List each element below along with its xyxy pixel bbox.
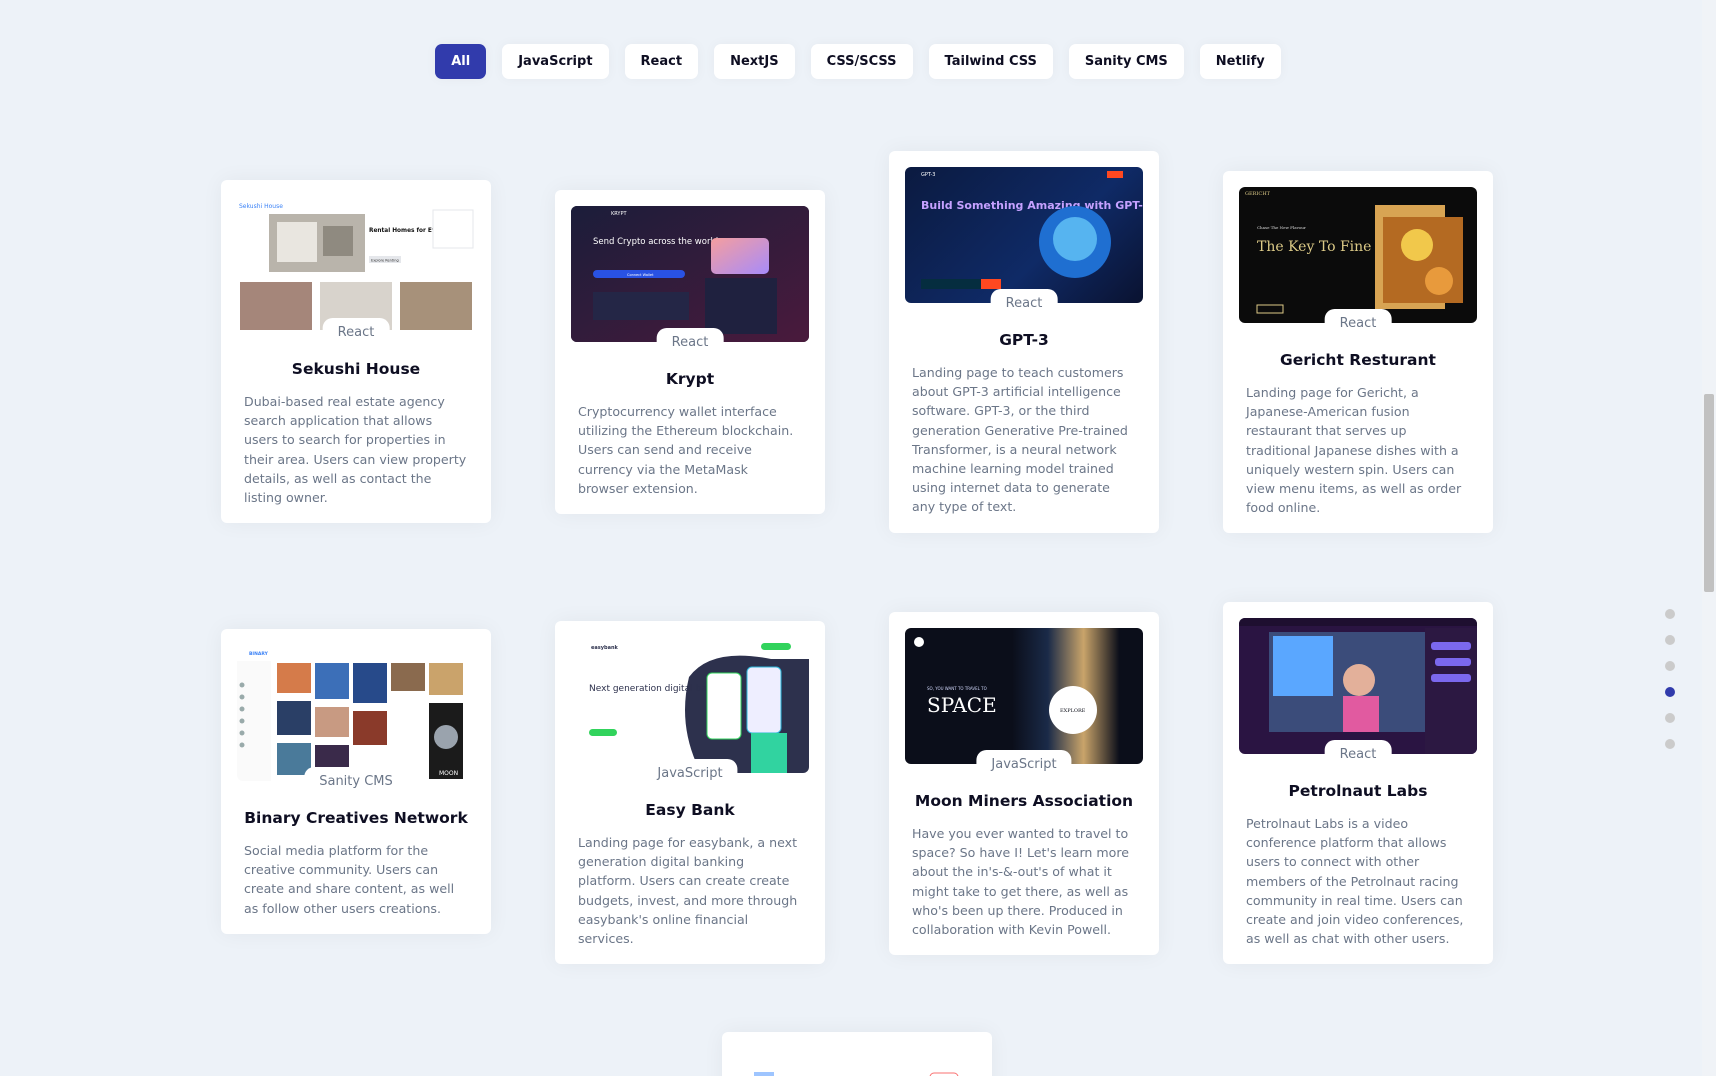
project-tag: JavaScript [642,759,738,785]
pagination-dot[interactable] [1665,609,1675,619]
section-pagination [1665,609,1675,749]
project-description: Petrolnaut Labs is a video conference pl… [1246,816,1464,947]
project-card[interactable]: GPT-3 Build Something Amazing with GPT-3… [889,151,1159,533]
project-card[interactable] [722,1032,992,1076]
thumb-brand: Sekushi House [239,203,283,210]
project-card[interactable]: easybank Next generation digital banking… [555,621,825,965]
project-card[interactable]: React Petrolnaut Labs Petrolnaut Labs is… [1223,602,1493,965]
gpt3-screenshot: GPT-3 Build Something Amazing with GPT-3 [921,171,1143,289]
pagination-dot[interactable] [1665,635,1675,645]
filter-css-scss[interactable]: CSS/SCSS [810,44,913,79]
thumb-kicker: SO, YOU WANT TO TRAVEL TO [927,686,987,691]
thumb-brand: KRYPT [611,211,628,217]
pagination-dot[interactable] [1665,713,1675,723]
project-thumbnail[interactable]: Sekushi House Rental Homes for Everyone … [237,196,475,344]
thumb-headline: Send Crypto across the world [593,237,718,247]
filter-tailwind-css[interactable]: Tailwind CSS [928,44,1053,79]
thumb-brand: GERICHT [1245,191,1271,197]
project-description: Social media platform for the creative c… [244,843,455,916]
scrollbar-thumb[interactable] [1704,394,1714,592]
project-card[interactable]: GERICHT Chase The New Flavour The Key To… [1223,171,1493,534]
pagination-dot[interactable] [1665,661,1675,671]
binary-creatives-screenshot: BINARY MOON [237,651,463,781]
project-tag: JavaScript [976,750,1072,776]
project-description: Cryptocurrency wallet interface utilizin… [578,404,794,496]
thumb-headline: SPACE [927,693,997,717]
project-filters: All JavaScript React NextJS CSS/SCSS Tai… [0,44,1716,79]
thumb-brand: BINARY [249,651,269,657]
project-title: Krypt [665,370,715,388]
thumb-kicker: Chase The New Flavour [1257,225,1306,230]
project-tag: React [990,289,1058,315]
krypt-screenshot: KRYPT Send Crypto across the world Conne… [571,206,809,342]
thumb-brand: GPT-3 [921,172,935,178]
filter-sanity-cms[interactable]: Sanity CMS [1068,44,1184,79]
pagination-dot[interactable] [1665,739,1675,749]
project-title: Binary Creatives Network [244,809,468,827]
project-thumbnail[interactable]: React [1239,618,1477,766]
filter-all[interactable]: All [435,44,487,79]
project-card[interactable]: SO, YOU WANT TO TRAVEL TO SPACE EXPLORE … [889,612,1159,956]
thumb-caption: MOON [439,770,458,777]
filter-react[interactable]: React [624,44,699,79]
project-thumbnail[interactable]: KRYPT Send Crypto across the world Conne… [571,206,809,354]
project-description: Landing page for easybank, a next genera… [578,835,798,947]
project-tag: React [656,328,724,354]
filter-javascript[interactable]: JavaScript [502,44,609,79]
petrolnaut-screenshot [1239,618,1477,754]
project-title: GPT-3 [999,331,1049,349]
project-description: Landing page for Gericht, a Japanese-Ame… [1246,385,1462,516]
project-card[interactable]: KRYPT Send Crypto across the world Conne… [555,190,825,515]
project-card[interactable]: BINARY MOON Sanity CMS Binary Creatives … [221,629,491,934]
project-tag: React [1324,740,1392,766]
project-title: Easy Bank [645,801,735,819]
project-thumbnail[interactable]: easybank Next generation digital banking… [571,637,809,785]
pagination-dot-active[interactable] [1665,687,1675,697]
next-project-screenshot [754,1072,959,1076]
thumb-button: EXPLORE [1060,708,1086,714]
project-title: Gericht Resturant [1280,351,1436,369]
filter-netlify[interactable]: Netlify [1199,44,1281,79]
project-thumbnail[interactable] [738,1048,976,1076]
project-thumbnail[interactable]: SO, YOU WANT TO TRAVEL TO SPACE EXPLORE … [905,628,1143,776]
thumb-brand: easybank [591,645,619,651]
page-scrollbar[interactable] [1702,0,1716,1076]
project-tag: React [322,318,390,344]
gericht-screenshot: GERICHT Chase The New Flavour The Key To… [1245,191,1463,314]
project-thumbnail[interactable]: GPT-3 Build Something Amazing with GPT-3… [905,167,1143,315]
project-title: Petrolnaut Labs [1288,782,1428,800]
sekushi-house-screenshot: Sekushi House Rental Homes for Everyone … [239,203,474,330]
thumb-button: Explore Renting [371,259,399,263]
project-title: Moon Miners Association [914,792,1134,810]
project-description: Landing page to teach customers about GP… [912,365,1128,515]
project-title: Sekushi House [291,360,421,378]
project-description: Dubai-based real estate agency search ap… [244,394,467,506]
thumb-headline: Build Something Amazing with GPT-3 [921,199,1143,212]
thumb-button: Connect Wallet [627,273,654,277]
project-description: Have you ever wanted to travel to space?… [912,826,1130,938]
moon-miners-screenshot: SO, YOU WANT TO TRAVEL TO SPACE EXPLORE [914,637,1097,734]
project-card[interactable]: Sekushi House Rental Homes for Everyone … [221,180,491,524]
project-thumbnail[interactable]: BINARY MOON Sanity CMS [237,645,475,793]
project-thumbnail[interactable]: GERICHT Chase The New Flavour The Key To… [1239,187,1477,335]
project-tag: React [1324,309,1392,335]
easybank-screenshot: easybank Next generation digital banking [589,643,809,773]
project-tag: Sanity CMS [304,767,408,793]
filter-nextjs[interactable]: NextJS [714,44,795,79]
